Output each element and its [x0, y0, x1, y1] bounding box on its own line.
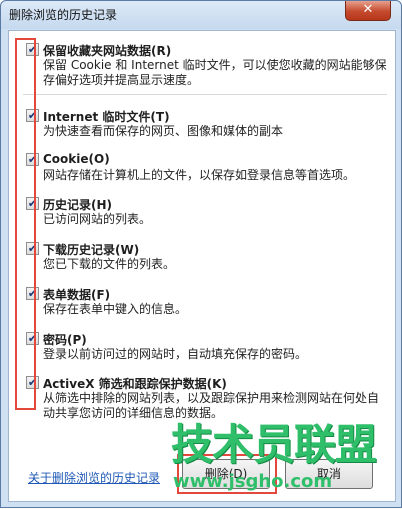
close-button[interactable]: ✕ [345, 1, 391, 21]
about-delete-history-link[interactable]: 关于删除浏览的历史记录 [28, 469, 160, 486]
delete-button-highlight-box [177, 454, 277, 494]
option-label: 密码(P) [43, 333, 87, 347]
option-label: 表单数据(F) [43, 288, 111, 302]
window-title: 删除浏览的历史记录 [9, 8, 118, 22]
option-description: 登录以前访问过的网站时，自动填充保存的密码。 [43, 347, 308, 361]
checkbox-highlight-box [15, 38, 36, 410]
cancel-button[interactable]: 取消 [285, 459, 373, 489]
option-label: ActiveX 筛选和跟踪保护数据(K) [43, 377, 227, 391]
option-description: 已访问网站的列表。 [43, 212, 152, 226]
option-description: 您已下载的文件的列表。 [43, 257, 176, 271]
option-description: 网站存储在计算机上的文件，以保存如登录信息等首选项。 [43, 168, 356, 182]
option-description: 为快速查看而保存的网页、图像和媒体的副本 [43, 124, 284, 138]
separator [23, 94, 387, 95]
option-description: 保存在表单中键入的信息。 [43, 302, 188, 316]
option-label: 历史记录(H) [43, 198, 113, 212]
option-label: 下载历史记录(W) [43, 243, 140, 257]
option-description: 从筛选中排除的网站列表，以及跟踪保护用来检测网站在何处自动共享您访问的详细信息的… [43, 391, 380, 420]
option-label: Internet 临时文件(T) [43, 110, 170, 124]
option-label: Cookie(O) [43, 152, 110, 166]
option-label: 保留收藏夹网站数据(R) [43, 44, 172, 58]
option-description: 保留 Cookie 和 Internet 临时文件，可以使您收藏的网站能够保存偏… [43, 58, 387, 87]
delete-history-dialog: 删除浏览的历史记录 ✕ ✔ 保留收藏夹网站数据(R) 保留 Cookie 和 I… [0, 0, 402, 508]
dialog-content: ✔ 保留收藏夹网站数据(R) 保留 Cookie 和 Internet 临时文件… [8, 30, 396, 502]
title-bar: 删除浏览的历史记录 ✕ [1, 1, 401, 29]
